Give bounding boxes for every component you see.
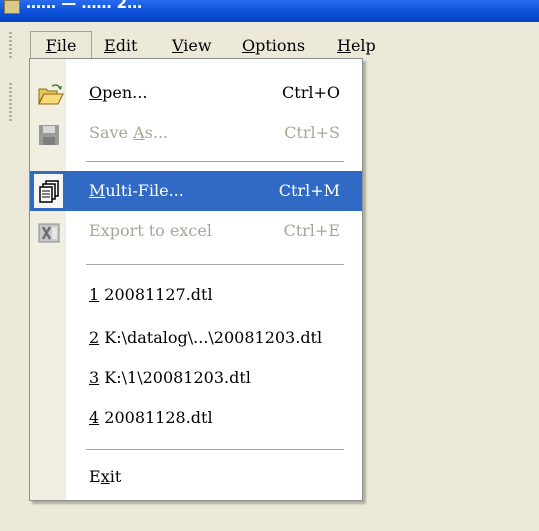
menu-view[interactable]: View [172, 33, 212, 59]
recent-file-2[interactable]: 2 K:\datalog\...\20081203.dtl [30, 318, 362, 358]
menu-item-save-as[interactable]: Save As... Ctrl+S [30, 113, 362, 153]
recent-file-3[interactable]: 3 K:\1\20081203.dtl [30, 358, 362, 398]
title-bar: …… — …… 2… [0, 0, 539, 22]
menu-item-exit[interactable]: Exit [30, 457, 362, 497]
menu-separator [86, 161, 344, 162]
multi-file-icon [38, 179, 60, 203]
shortcut-multi-file: Ctrl+M [278, 181, 340, 200]
excel-icon [38, 219, 60, 243]
shortcut-open: Ctrl+O [282, 83, 340, 102]
shortcut-save-as: Ctrl+S [284, 123, 340, 142]
menu-item-multi-file[interactable]: Multi-File... Ctrl+M [30, 171, 362, 211]
window-title: …… — …… 2… [26, 0, 143, 12]
file-dropdown-menu: Open... Ctrl+O Save As... Ctrl+S Multi-F… [29, 58, 363, 501]
floppy-disk-icon [38, 121, 60, 145]
menu-help[interactable]: Help [337, 33, 376, 59]
menu-item-export-excel[interactable]: Export to excel Ctrl+E [30, 211, 362, 251]
menu-file[interactable]: File [30, 31, 92, 59]
recent-file-1[interactable]: 1 20081127.dtl [30, 275, 362, 315]
menubar-grip[interactable] [9, 32, 12, 58]
recent-file-4[interactable]: 4 20081128.dtl [30, 398, 362, 438]
menu-separator [86, 449, 344, 450]
menu-item-open[interactable]: Open... Ctrl+O [30, 73, 362, 113]
menu-options[interactable]: Options [242, 33, 305, 59]
menu-edit[interactable]: Edit [104, 33, 137, 59]
shortcut-export-excel: Ctrl+E [283, 221, 340, 240]
open-folder-icon [38, 81, 64, 105]
toolbar-grip[interactable] [9, 83, 12, 123]
menu-separator [86, 264, 344, 265]
app-icon [4, 0, 20, 14]
